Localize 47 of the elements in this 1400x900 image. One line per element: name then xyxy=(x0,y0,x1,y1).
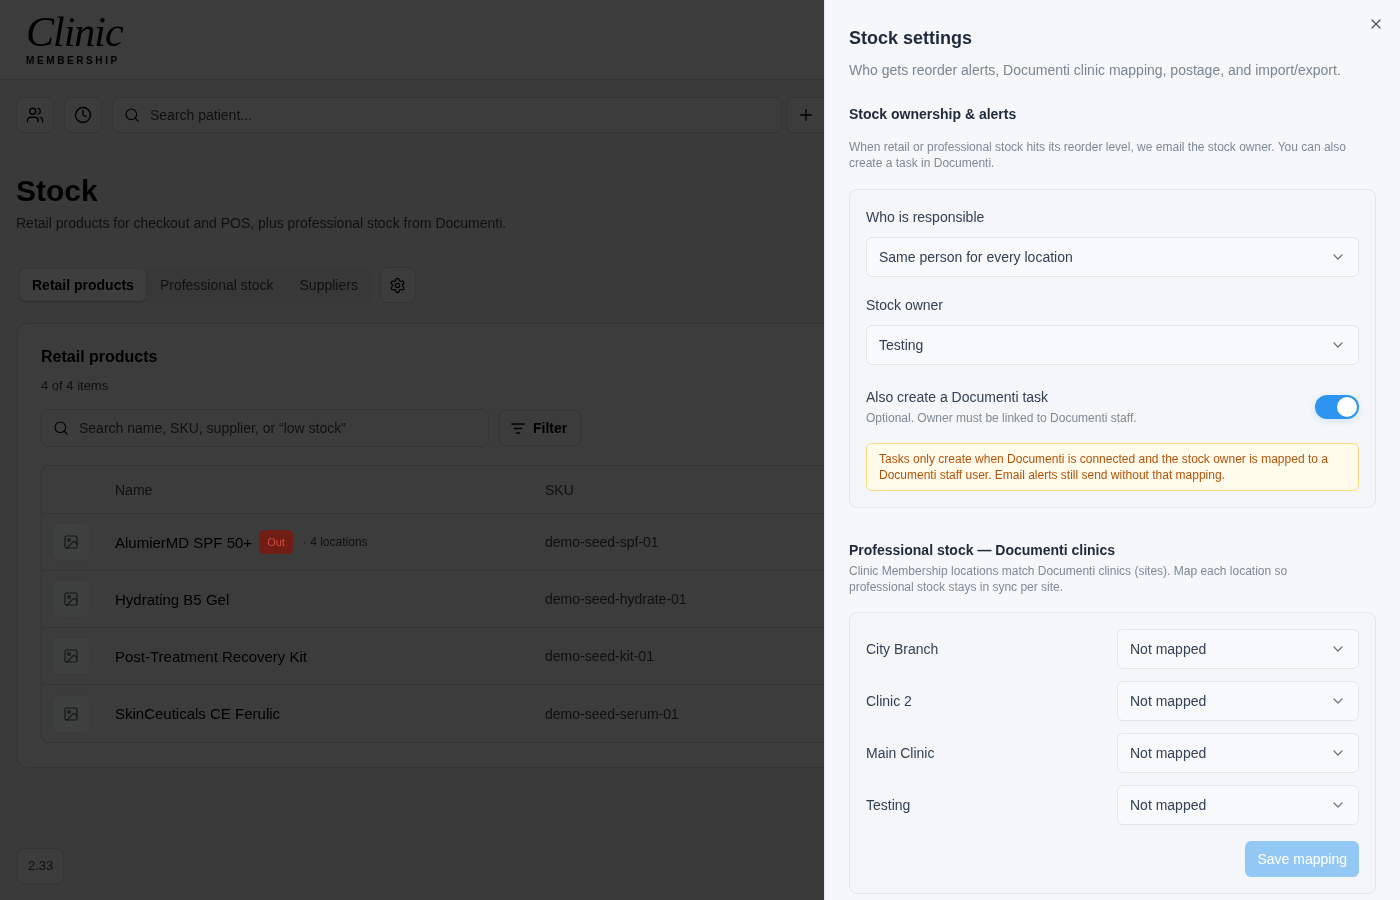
select-field[interactable]: Not mapped xyxy=(1117,681,1359,721)
location-label: Clinic 2 xyxy=(866,693,912,709)
filter-button[interactable]: Filter xyxy=(498,410,583,446)
patients-button[interactable] xyxy=(16,97,54,133)
page-title: Stock xyxy=(16,173,98,209)
field-label: Who is responsible xyxy=(866,208,985,227)
warning-notice: Tasks only create when Documenti is connected and the stock owner is mapped to a Documenti staff user. Email alerts still send without that mapping. xyxy=(866,443,1359,491)
image-placeholder-icon xyxy=(52,694,90,733)
product-name[interactable]: Hydrating B5 Gel xyxy=(115,590,230,608)
clock-icon xyxy=(74,106,92,124)
status-badge: Out xyxy=(259,530,293,554)
field-label: Stock owner xyxy=(866,296,944,315)
section-description: Clinic Membership locations match Documenti clinics (sites). Map each location so professional stock stays in sync per site. xyxy=(849,563,1289,595)
select-field[interactable]: Same person for every location xyxy=(866,237,1359,277)
search-icon xyxy=(124,107,140,123)
card-title: Retail products xyxy=(41,347,158,367)
location-label: Testing xyxy=(866,797,911,813)
product-name[interactable]: Post-Treatment Recovery Kit xyxy=(115,647,307,665)
settings-button[interactable] xyxy=(379,267,416,303)
select-field[interactable]: Testing xyxy=(866,325,1359,365)
product-name[interactable]: SkinCeuticals CE Ferulic xyxy=(115,705,281,722)
tab[interactable]: Retail products xyxy=(20,269,146,301)
toggle-label: Also create a Documenti task xyxy=(866,388,1049,407)
section-description: When retail or professional stock hits its reorder level, we email the stock owner. You can also create a task in Documenti. xyxy=(849,139,1347,171)
product-name[interactable]: AlumierMD SPF 50+ xyxy=(115,533,253,551)
logo-script-text: Clinic xyxy=(26,12,123,51)
drawer-subtitle: Who gets reorder alerts, Documenti clinic mapping, postage, and import/export. xyxy=(849,61,1341,80)
select-field[interactable]: Not mapped xyxy=(1117,785,1359,825)
image-placeholder-icon xyxy=(52,523,90,561)
location-label: City Branch xyxy=(866,641,939,657)
section-heading: Professional stock — Documenti clinics xyxy=(849,541,1116,560)
add-button[interactable] xyxy=(786,97,824,133)
location-label: Main Clinic xyxy=(866,745,935,761)
filter-icon xyxy=(511,422,525,434)
image-placeholder-icon xyxy=(52,580,90,618)
toggle-switch[interactable] xyxy=(1315,394,1359,419)
select-field[interactable]: Not mapped xyxy=(1117,733,1359,773)
image-placeholder-icon xyxy=(52,637,90,675)
search-icon xyxy=(53,420,69,436)
history-button[interactable] xyxy=(64,97,102,133)
toggle-hint: Optional. Owner must be linked to Documenti staff. xyxy=(866,410,1137,426)
drawer-title: Stock settings xyxy=(849,27,973,50)
users-icon xyxy=(26,106,44,124)
select-field[interactable]: Not mapped xyxy=(1117,629,1359,669)
section-heading: Stock ownership & alerts xyxy=(849,105,1017,124)
logo-tagline: MEMBERSHIP xyxy=(26,54,120,67)
settings-icon xyxy=(389,276,407,294)
